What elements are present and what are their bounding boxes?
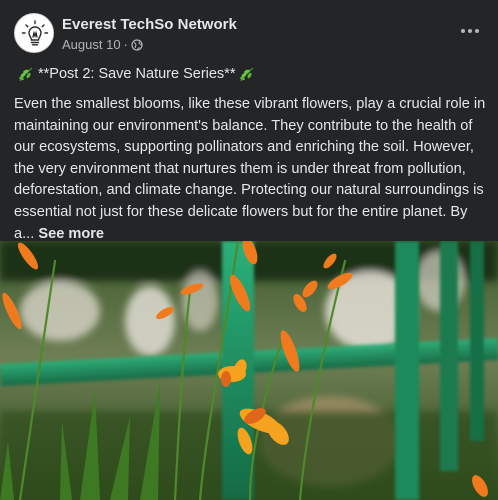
- post-card: Everest TechSo Network August 10 · **Pos…: [0, 0, 498, 500]
- lightbulb-logo-icon: [16, 15, 53, 52]
- herb-emoji-icon: [240, 67, 254, 82]
- post-title-line: **Post 2: Save Nature Series**: [14, 65, 484, 83]
- post-meta: August 10 ·: [62, 37, 143, 52]
- herb-emoji-icon: [19, 67, 33, 82]
- post-body: Even the smallest blooms, like these vib…: [14, 94, 488, 245]
- more-options-button[interactable]: [456, 19, 484, 43]
- post-photo[interactable]: [0, 241, 498, 500]
- post-body-text: Even the smallest blooms, like these vib…: [14, 96, 486, 242]
- author-name[interactable]: Everest TechSo Network: [62, 16, 237, 33]
- flowers-photo-image: [0, 241, 498, 500]
- globe-icon[interactable]: [131, 38, 143, 51]
- see-more-link[interactable]: See more: [38, 226, 104, 242]
- avatar[interactable]: [14, 13, 54, 53]
- post-date[interactable]: August 10: [62, 37, 121, 52]
- meta-separator: ·: [123, 37, 128, 52]
- more-horizontal-icon: [460, 29, 481, 33]
- post-header: Everest TechSo Network August 10 ·: [14, 13, 484, 55]
- post-title: **Post 2: Save Nature Series**: [38, 66, 236, 82]
